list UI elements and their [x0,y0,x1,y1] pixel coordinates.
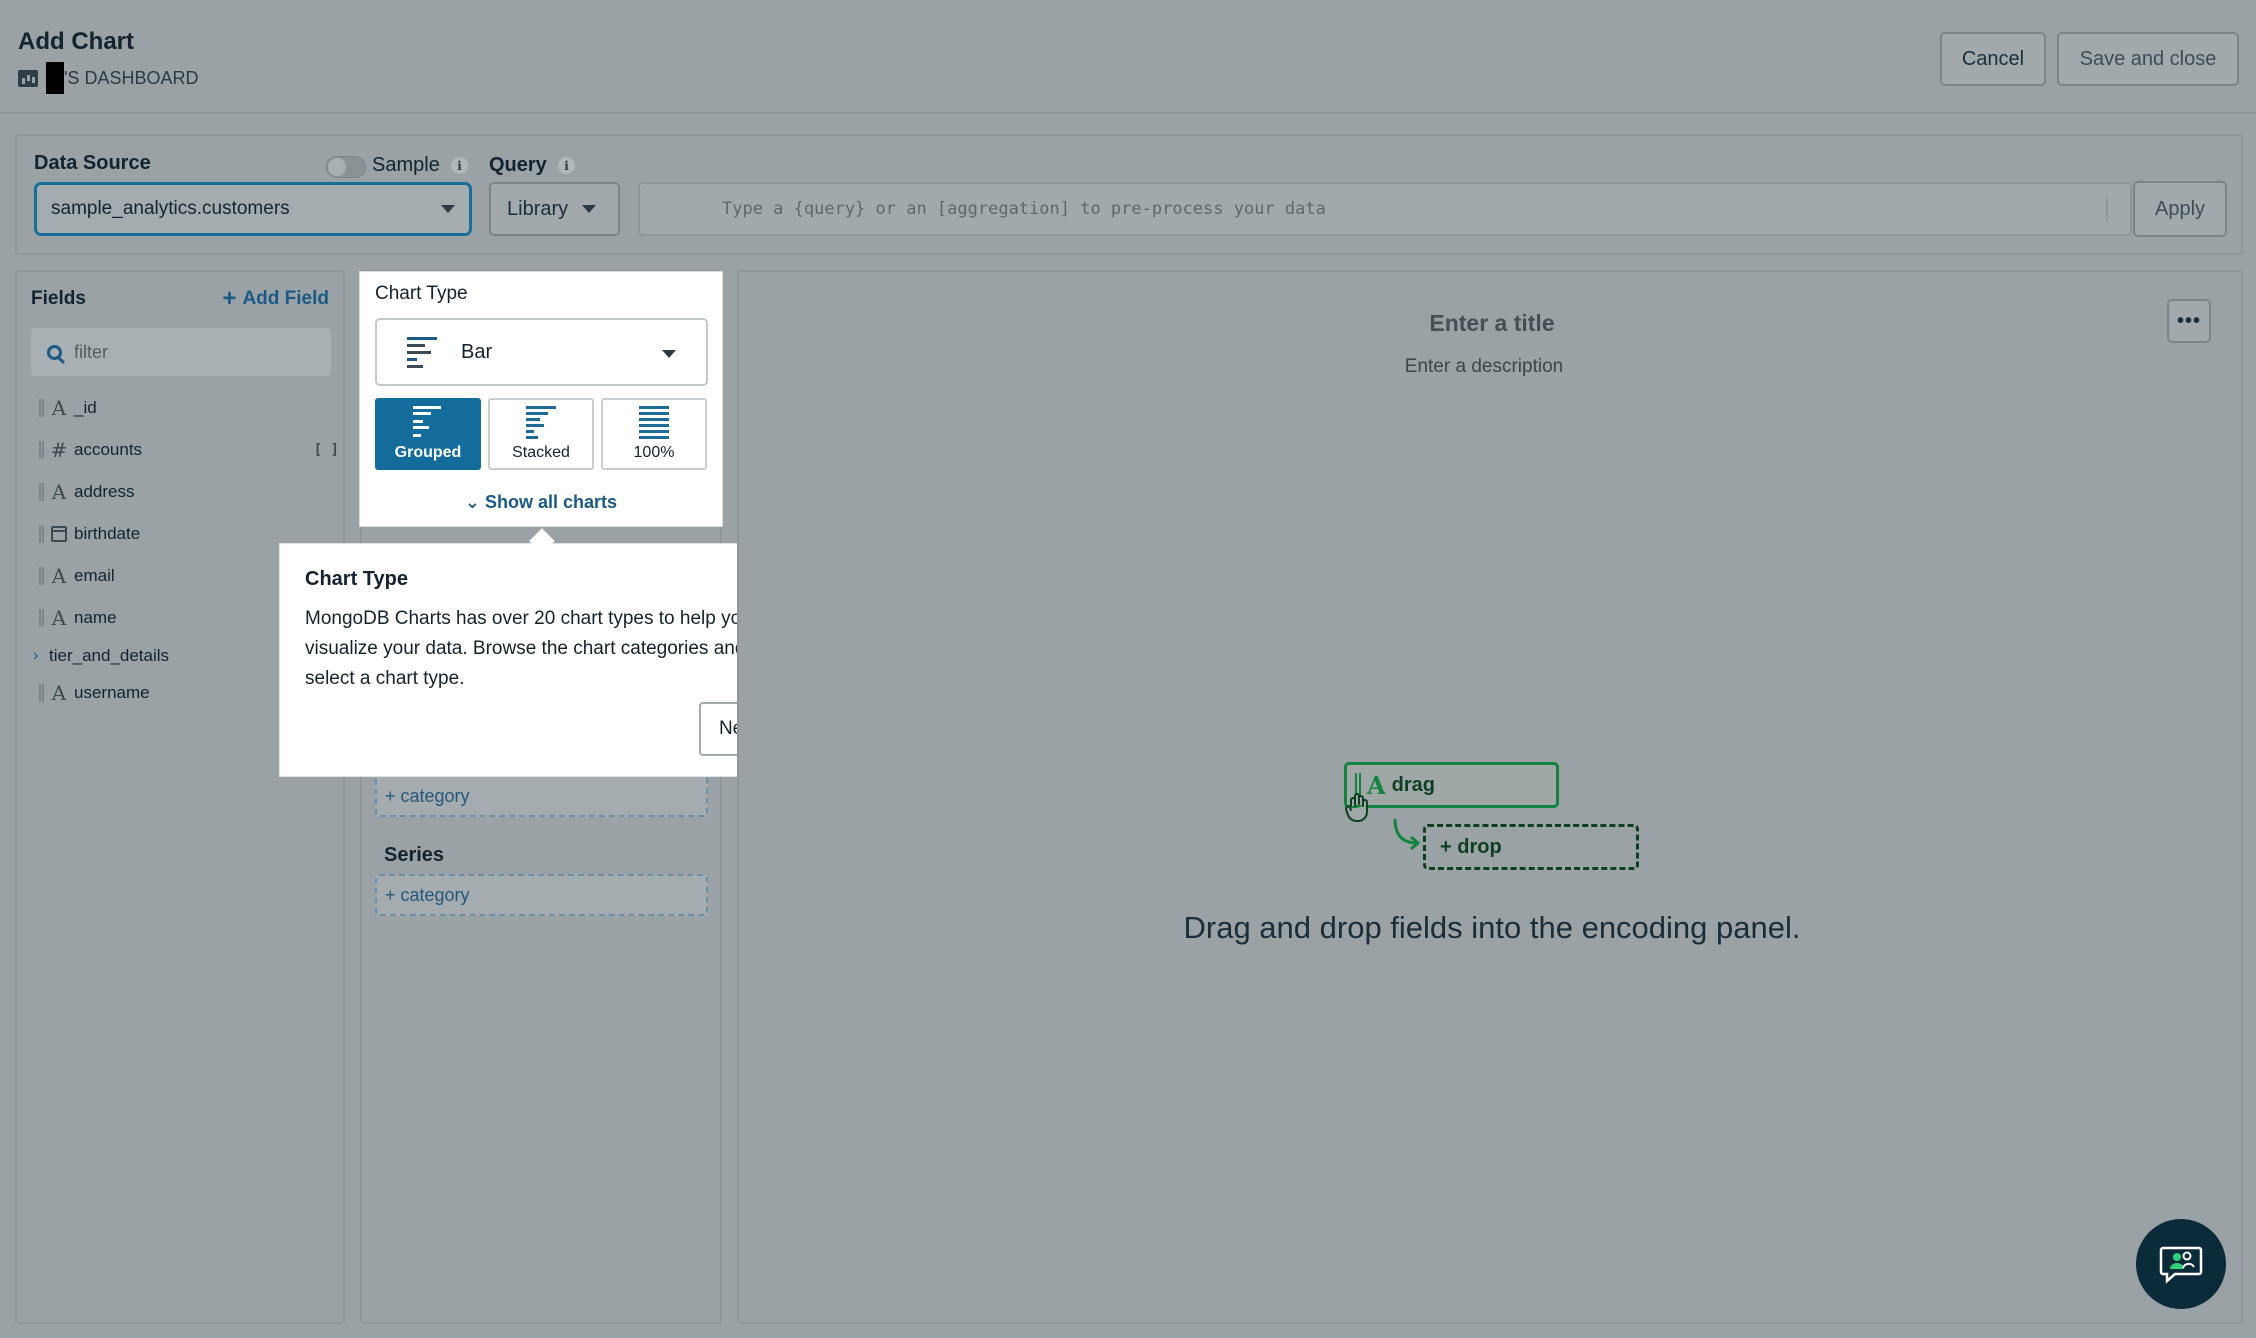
save-and-close-button[interactable]: Save and close [2057,32,2239,86]
string-type-icon: A [51,681,67,705]
chart-type-value: Bar [461,340,493,363]
dashboard-icon [18,69,38,87]
drop-illustration: + drop [1423,824,1639,870]
field-name: birthdate [74,524,141,543]
subtype-grouped[interactable]: Grouped [375,398,481,470]
subtype-label: 100% [633,444,675,461]
chart-type-title: Chart Type [375,283,468,304]
drag-handle-icon[interactable] [39,567,44,585]
subtype-label: Grouped [394,444,462,461]
drag-handle-icon[interactable] [39,399,44,417]
field-item[interactable]: A address [39,480,339,504]
stacked-bar-icon [526,404,556,440]
string-type-icon: A [51,606,67,630]
string-type-icon: A [51,564,67,588]
add-field-label: Add Field [242,288,329,309]
empty-state-hint: Drag and drop fields into the encoding p… [1183,910,1801,945]
chevron-down-icon [662,350,676,358]
string-type-icon: A [51,480,67,504]
drag-handle-icon[interactable] [39,609,44,627]
library-dropdown[interactable]: Library [489,182,620,236]
calendar-icon [51,526,67,542]
grouped-bar-icon [413,404,443,440]
tooltip-body: MongoDB Charts has over 20 chart types t… [305,608,752,689]
number-type-icon: # [50,438,68,462]
query-label: Query [489,154,547,176]
chart-description-input[interactable]: Enter a description [739,356,2229,378]
drag-handle-icon[interactable] [39,441,44,459]
fields-panel: Fields + Add Field filter A _id # accoun… [15,270,345,1324]
query-input-divider [2106,198,2108,222]
apply-button[interactable]: Apply [2133,181,2227,237]
sample-info-icon[interactable]: i [451,157,468,174]
chevron-down-icon [441,205,455,213]
subtype-stacked[interactable]: Stacked [488,398,594,470]
dashboard-breadcrumb[interactable]: 'S DASHBOARD [18,62,198,94]
filter-placeholder: filter [74,341,109,362]
data-source-select[interactable]: sample_analytics.customers [34,182,472,236]
array-badge: [ ] [313,442,339,458]
series-title: Series [384,844,445,866]
field-name: address [74,482,135,501]
subtype-100-percent[interactable]: 100% [601,398,707,470]
redacted-block [46,62,64,94]
show-all-label: Show all charts [485,492,618,512]
category-drop-zone[interactable]: + category [375,775,708,817]
page-title: Add Chart [18,28,134,55]
chat-people-icon [2159,1246,2203,1284]
drag-handle-icon[interactable] [39,684,44,702]
show-all-charts-link[interactable]: ⌄ Show all charts [360,492,722,513]
field-name: tier_and_details [49,646,170,665]
top-header: Add Chart 'S DASHBOARD Cancel Save and c… [0,0,2256,114]
chart-type-card: Chart Type Bar Grouped Stacked 100% ⌄ Sh… [360,272,722,526]
data-source-label: Data Source [34,152,151,174]
onboarding-tooltip: Chart Type MongoDB Charts has over 20 ch… [279,543,803,777]
chat-support-button[interactable] [2136,1219,2226,1309]
field-filter-input[interactable]: filter [31,328,331,376]
dashboard-name: 'S DASHBOARD [64,67,199,88]
string-type-icon: A [51,396,67,420]
sample-label: Sample [372,154,440,176]
series-drop-zone[interactable]: + category [375,874,708,916]
field-name: accounts [74,440,143,459]
cancel-button[interactable]: Cancel [1940,32,2046,86]
sample-toggle[interactable] [326,156,366,178]
more-options-button[interactable]: ••• [2167,299,2211,343]
field-name: email [74,566,115,585]
chart-title-input[interactable]: Enter a title [739,310,2245,337]
plus-icon: + [222,285,237,312]
chevron-down-icon: ⌄ [464,492,486,512]
search-icon [47,344,62,360]
query-info-icon[interactable]: i [558,157,575,174]
data-source-bar: Data Source Sample i Query i sample_anal… [15,134,2243,255]
chart-type-select[interactable]: Bar [375,318,708,386]
query-placeholder: Type a {query} or an [aggregation] to pr… [722,199,1326,219]
field-name: name [74,608,117,627]
field-item[interactable]: A _id [39,396,339,420]
field-name: _id [74,398,97,417]
chevron-down-icon [582,205,597,213]
drag-handle-icon[interactable] [39,525,44,543]
bar-chart-icon [407,335,441,369]
data-source-value: sample_analytics.customers [51,198,290,219]
drag-label: drag [1391,773,1435,796]
subtype-label: Stacked [512,444,570,461]
tooltip-title: Chart Type [305,568,408,590]
fields-title: Fields [31,288,86,309]
query-input[interactable]: Type a {query} or an [aggregation] to pr… [638,182,2132,236]
field-name: username [74,683,150,702]
chart-canvas: Enter a title Enter a description ••• A … [737,270,2243,1324]
arrow-icon [1393,818,1421,851]
drag-handle-icon[interactable] [39,483,44,501]
field-item[interactable]: # accounts [ ] [39,438,339,462]
library-label: Library [507,197,569,220]
add-field-button[interactable]: + Add Field [222,285,329,312]
chevron-right-icon[interactable]: › [33,647,43,665]
hand-cursor-icon [1344,793,1368,822]
percent-bar-icon [639,404,669,440]
